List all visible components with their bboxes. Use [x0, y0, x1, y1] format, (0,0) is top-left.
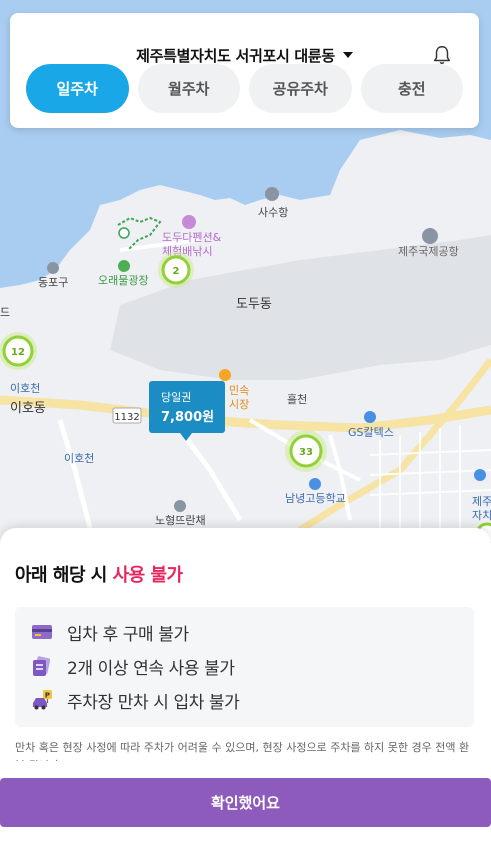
svg-text:P: P: [45, 692, 50, 700]
map-label: 드: [0, 306, 10, 319]
oraemul-poi-icon: [118, 260, 130, 272]
parking-type-tabs: 일주차 월주차 공유주차 충전: [26, 64, 463, 113]
map-label: 자치: [472, 509, 491, 522]
tickets-icon: [33, 656, 51, 676]
tab-daily[interactable]: 일주차: [26, 64, 129, 113]
chevron-down-icon: [342, 52, 353, 58]
experience-poi-icon: [182, 215, 196, 229]
cluster-marker[interactable]: 12: [0, 332, 37, 370]
map-label: 남녕고등학교: [285, 492, 346, 505]
bottom-sheet: 아래 해당 시 사용 불가 입차 후 구매 불가 2개 이상 연속 사용 불가 …: [0, 528, 491, 841]
map-label: 흘천: [287, 392, 307, 406]
map-label: 시장: [229, 398, 249, 411]
map-label: 이호천: [10, 381, 40, 395]
map-label: 도두동: [236, 297, 272, 312]
map-label: 도두다펜션&: [162, 231, 222, 244]
sheet-title-prefix: 아래 해당 시: [15, 565, 113, 586]
sheet-title: 아래 해당 시 사용 불가: [15, 561, 183, 587]
school-poi-icon: [309, 478, 321, 490]
rule-item: 2개 이상 연속 사용 불가: [31, 653, 235, 679]
location-text: 제주특별자치도 서귀포시 대륜동: [136, 46, 335, 65]
map-label: 노형뜨란채: [155, 514, 206, 527]
road-number: 1132: [114, 412, 139, 423]
cluster-marker[interactable]: 2: [158, 252, 194, 288]
rule-text: 입차 후 구매 불가: [67, 624, 189, 645]
rule-item: P 주차장 만차 시 입차 불가: [31, 687, 240, 713]
map-label: GS칼텍스: [348, 426, 394, 439]
rule-item: 입차 후 구매 불가: [31, 619, 189, 645]
market-poi-icon: [219, 369, 231, 381]
cluster-marker[interactable]: 33: [285, 430, 327, 472]
price-pin-price: 7,800원: [161, 410, 214, 425]
rule-text: 2개 이상 연속 사용 불가: [67, 658, 235, 679]
map-label: 제주: [472, 495, 491, 508]
parking-car-icon: P: [33, 690, 52, 710]
confirm-button[interactable]: 확인했어요: [0, 778, 491, 827]
map-label: 민속: [229, 384, 249, 397]
rule-text: 주차장 만차 시 입차 불가: [67, 692, 240, 713]
sheet-title-highlight: 사용 불가: [112, 565, 184, 586]
tab-charging[interactable]: 충전: [360, 64, 463, 113]
refund-note: 만차 혹은 현장 사정에 따라 주차가 어려울 수 있으며, 현장 사정으로 주…: [15, 741, 470, 761]
price-pin[interactable]: 당일권 7,800원: [149, 381, 225, 441]
airport-poi-icon: [422, 228, 438, 244]
tab-shared[interactable]: 공유주차: [249, 64, 352, 113]
map-label: 제주국제공항: [398, 245, 459, 258]
map-label: 이호동: [10, 401, 46, 416]
map-label: 사수항: [258, 206, 288, 219]
map-label: 동포구: [38, 276, 68, 289]
tab-monthly[interactable]: 월주차: [137, 64, 240, 113]
gas-poi-icon: [364, 411, 376, 423]
cluster-count: 33: [299, 447, 313, 458]
price-pin-label: 당일권: [161, 390, 191, 404]
cluster-count: 12: [11, 347, 25, 358]
sisuhang-poi-icon: [265, 187, 279, 201]
apartment-poi-icon: [174, 500, 186, 512]
cluster-count: 2: [173, 266, 180, 277]
rules-box: 입차 후 구매 불가 2개 이상 연속 사용 불가 P 주차장 만차 시 입차 …: [15, 607, 474, 727]
dongpogu-poi-icon: [47, 262, 59, 274]
jeju-poi-icon: [474, 469, 486, 481]
card-icon: [32, 625, 52, 639]
map-label: 이호천: [64, 451, 94, 465]
location-card: 제주특별자치도 서귀포시 대륜동 일주차 월주차 공유주차 충전: [10, 13, 479, 128]
map-label: 오래물광장: [98, 274, 149, 287]
